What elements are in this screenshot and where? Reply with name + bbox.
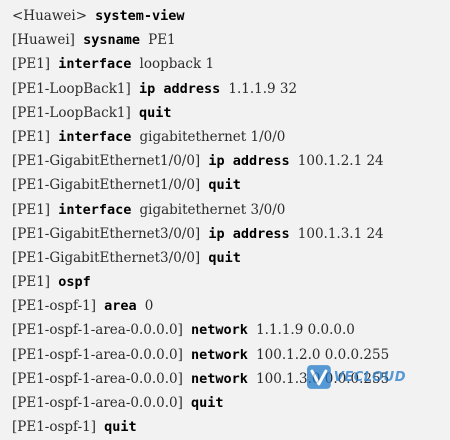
terminal-output: <Huawei> system-view [Huawei] sysname PE…	[0, 0, 450, 440]
command: network	[191, 322, 248, 339]
argument: PE1	[148, 32, 176, 49]
command-line: [PE1-ospf-1-area-0.0.0.0] network 100.1.…	[12, 367, 450, 391]
prompt: [PE1-GigabitEthernet3/0/0]	[12, 249, 201, 266]
prompt: [PE1-ospf-1-area-0.0.0.0]	[12, 370, 183, 387]
command: ip address	[208, 225, 290, 242]
prompt: [PE1-LoopBack1]	[12, 80, 131, 97]
argument: gigabitethernet 3/0/0	[139, 201, 286, 218]
command: quit	[208, 249, 241, 266]
command-line: [PE1-ospf-1-area-0.0.0.0] quit	[12, 391, 450, 415]
command-line: [PE1-GigabitEthernet3/0/0] quit	[12, 246, 450, 270]
command-line: <Huawei> system-view	[12, 4, 450, 28]
command: area	[104, 298, 137, 315]
command: ip address	[138, 80, 221, 97]
command: ip address	[208, 153, 290, 170]
command: quit	[208, 177, 241, 194]
command-line: [PE1-GigabitEthernet1/0/0] quit	[12, 173, 450, 197]
command: network	[191, 370, 248, 387]
command: interface	[58, 201, 132, 218]
argument: 100.1.3.0 0.0.0.255	[256, 370, 390, 387]
command: sysname	[83, 32, 140, 49]
argument: 0	[144, 298, 154, 315]
command-line: [PE1] interface gigabitethernet 3/0/0	[12, 198, 450, 222]
command-line: [Huawei] sysname PE1	[12, 28, 450, 52]
command-line: [PE1-ospf-1] quit	[12, 415, 450, 439]
command-line: [PE1-ospf-1-area-0.0.0.0] network 100.1.…	[12, 343, 450, 367]
command-line: [PE1-LoopBack1] quit	[12, 101, 450, 125]
command: quit	[104, 419, 137, 436]
command: ospf	[58, 274, 91, 291]
prompt: <Huawei>	[12, 8, 88, 24]
prompt: [PE1]	[12, 201, 51, 218]
prompt: [Huawei]	[12, 32, 75, 49]
prompt: [PE1-ospf-1-area-0.0.0.0]	[12, 322, 183, 339]
prompt: [PE1-GigabitEthernet1/0/0]	[12, 153, 201, 170]
command: network	[191, 346, 248, 363]
argument: loopback 1	[139, 56, 215, 73]
prompt: [PE1-GigabitEthernet3/0/0]	[12, 225, 201, 242]
command: quit	[191, 395, 224, 411]
command: quit	[138, 104, 172, 121]
prompt: [PE1]	[12, 56, 51, 73]
command: interface	[58, 128, 132, 145]
argument: 100.1.2.0 0.0.0.255	[256, 346, 390, 363]
command-line: [PE1] ospf	[12, 270, 450, 294]
argument: gigabitethernet 1/0/0	[139, 128, 286, 145]
prompt: [PE1-GigabitEthernet1/0/0]	[12, 177, 201, 194]
argument: 1.1.1.9 32	[228, 80, 298, 97]
command: interface	[58, 56, 132, 73]
command-line: [PE1-LoopBack1] ip address 1.1.1.9 32	[12, 77, 450, 101]
command-line: [PE1-ospf-1-area-0.0.0.0] network 1.1.1.…	[12, 318, 450, 342]
command-line: [PE1-GigabitEthernet1/0/0] ip address 10…	[12, 149, 450, 173]
prompt: [PE1-ospf-1]	[12, 419, 96, 436]
argument: 1.1.1.9 0.0.0.0	[256, 322, 355, 339]
prompt: [PE1-ospf-1]	[12, 298, 96, 315]
prompt: [PE1-ospf-1-area-0.0.0.0]	[12, 395, 183, 411]
argument: 100.1.2.1 24	[297, 153, 384, 170]
prompt: [PE1-LoopBack1]	[12, 104, 131, 121]
prompt: [PE1]	[12, 274, 51, 291]
prompt: [PE1-ospf-1-area-0.0.0.0]	[12, 346, 183, 363]
command-line: [PE1] interface loopback 1	[12, 52, 450, 76]
command: system-view	[95, 8, 185, 24]
command-line: [PE1-ospf-1] area 0	[12, 294, 450, 318]
argument: 100.1.3.1 24	[297, 225, 384, 242]
command-line: [PE1] interface gigabitethernet 1/0/0	[12, 125, 450, 149]
prompt: [PE1]	[12, 128, 51, 145]
command-line: [PE1-GigabitEthernet3/0/0] ip address 10…	[12, 222, 450, 246]
